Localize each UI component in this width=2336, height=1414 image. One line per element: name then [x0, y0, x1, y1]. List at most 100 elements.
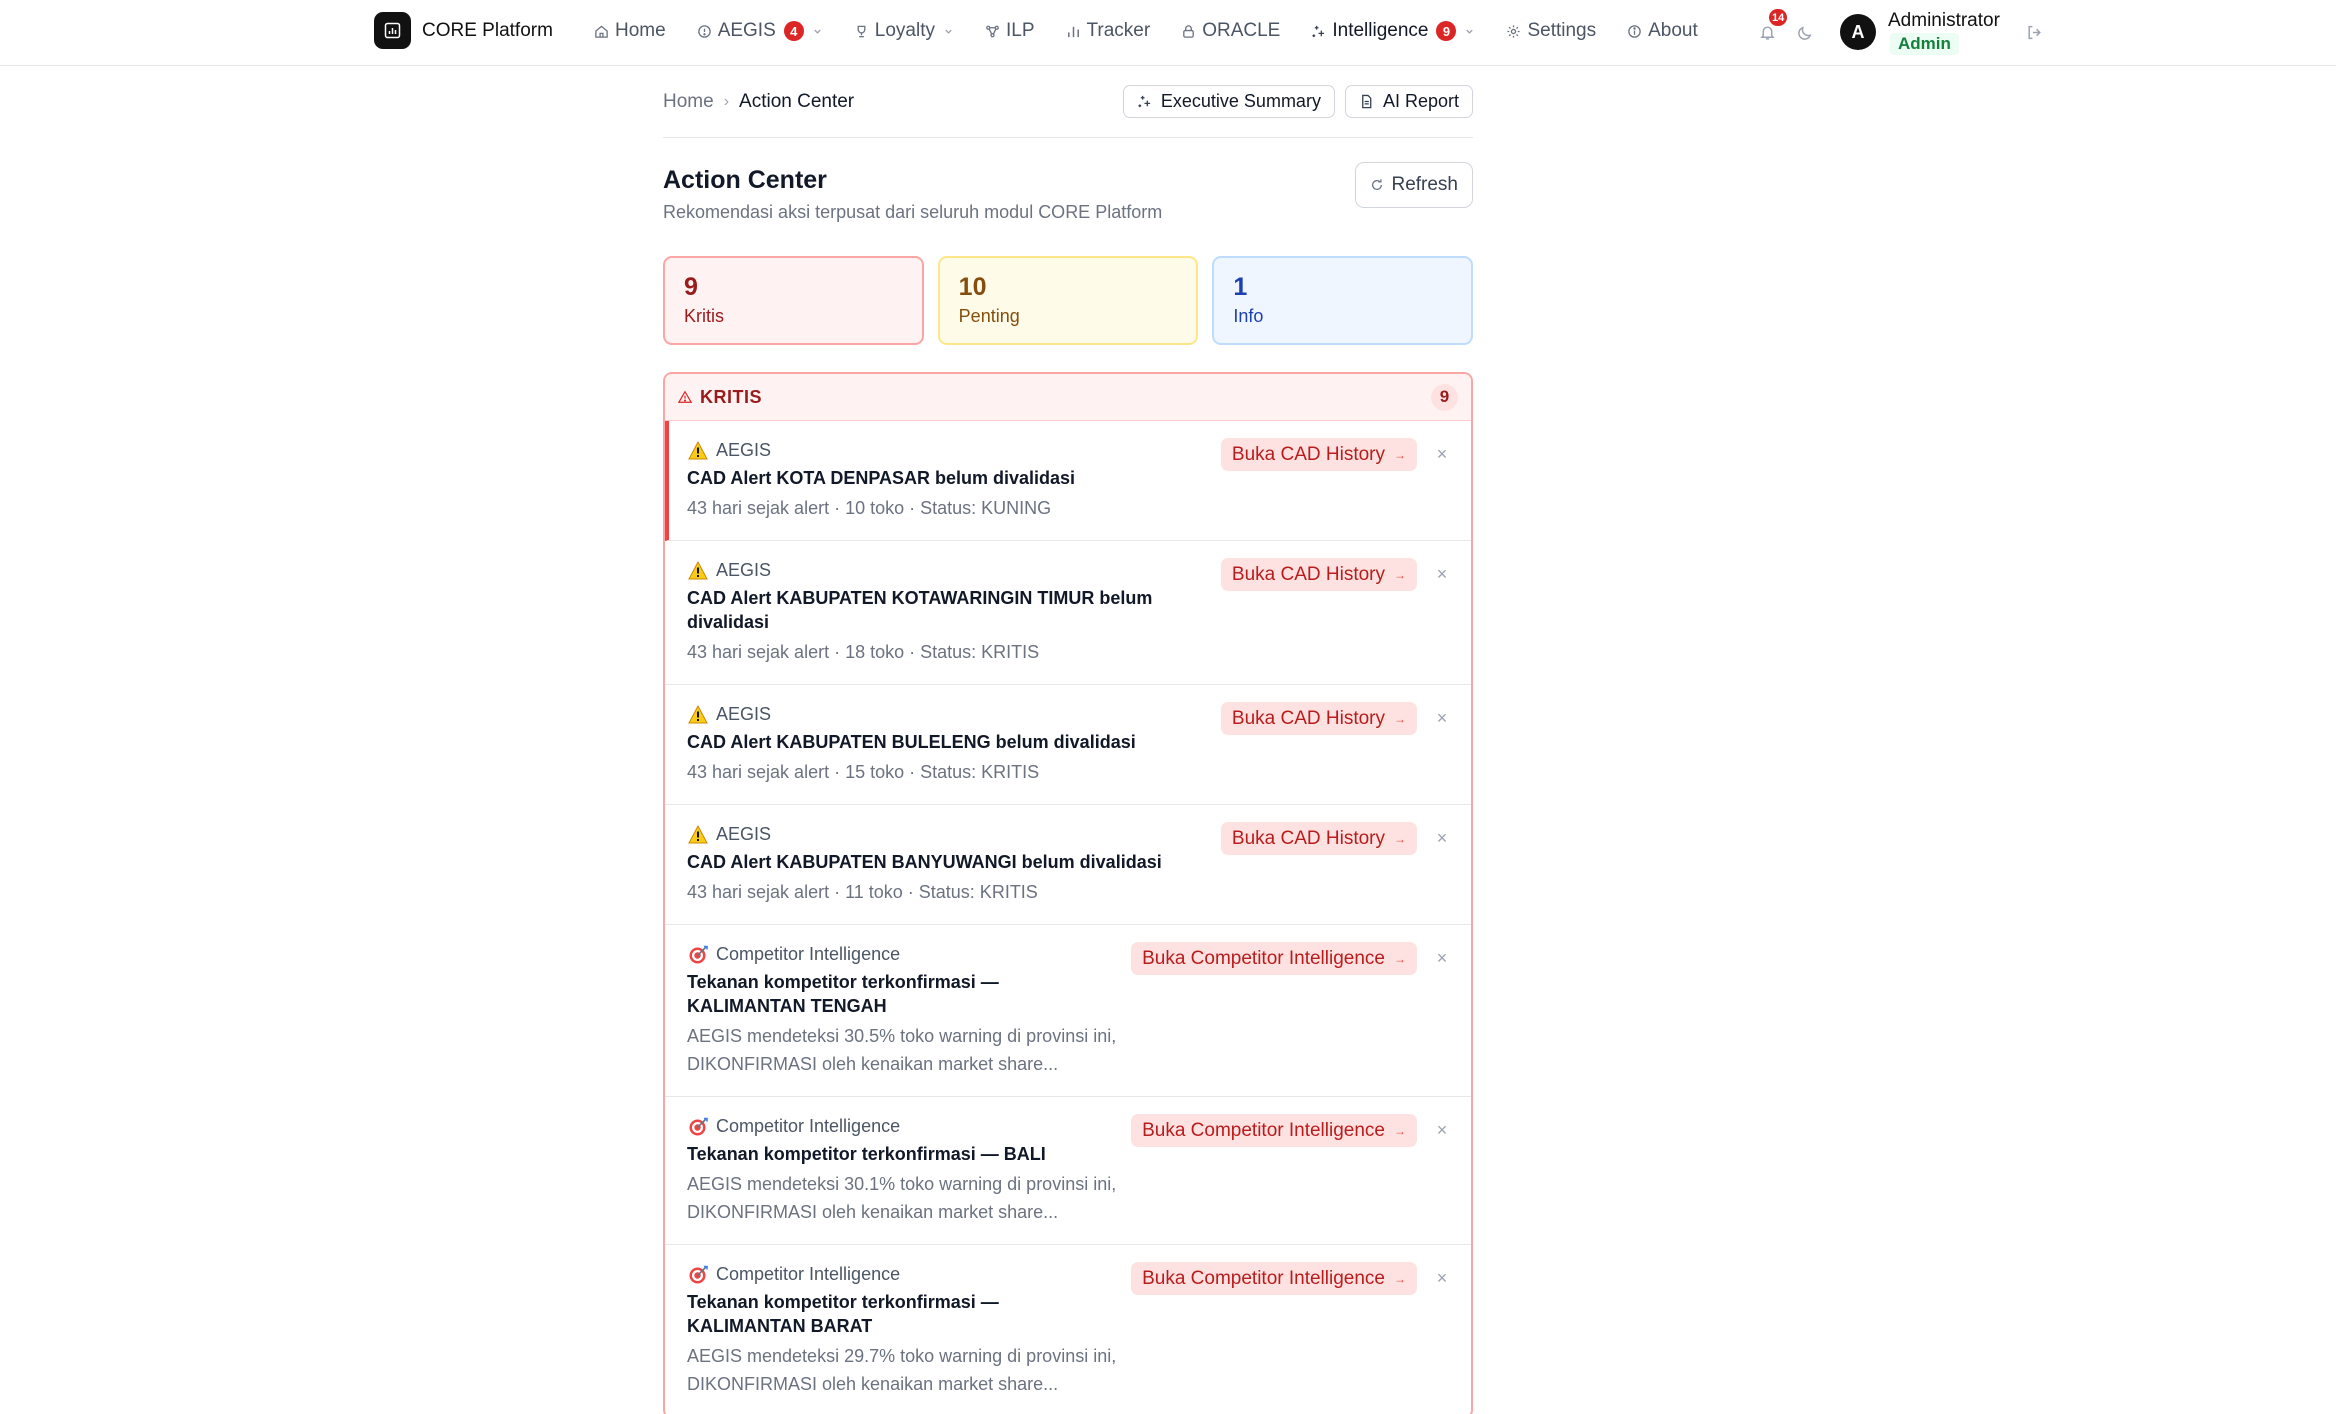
- action-item: AEGIS CAD Alert KABUPATEN BULELENG belum…: [665, 685, 1471, 805]
- dismiss-button[interactable]: ×: [1435, 828, 1449, 849]
- nav-aegis-badge: 4: [783, 21, 804, 41]
- action-item: Competitor Intelligence Tekanan kompetit…: [665, 925, 1471, 1097]
- stat-card-info[interactable]: 1 Info: [1212, 256, 1474, 345]
- notification-count-badge: 14: [1769, 9, 1788, 26]
- action-label: Buka CAD History: [1231, 563, 1385, 585]
- open-competitor-intelligence-button[interactable]: Buka Competitor Intelligence →: [1131, 1262, 1417, 1295]
- user-info: Administrator Admin: [1888, 9, 2000, 55]
- warning-emoji-icon: [687, 559, 709, 581]
- lock-icon: [1183, 24, 1195, 38]
- top-navbar: CORE Platform Home AEGIS 4 Loyalty ILP T…: [0, 0, 2336, 66]
- action-label: Buka Competitor Intelligence: [1142, 1267, 1385, 1289]
- nav-home[interactable]: Home: [594, 20, 666, 42]
- nav-oracle[interactable]: ORACLE: [1181, 20, 1280, 42]
- dismiss-button[interactable]: ×: [1435, 708, 1449, 729]
- nav-about-label: About: [1648, 20, 1698, 41]
- open-competitor-intelligence-button[interactable]: Buka Competitor Intelligence →: [1131, 942, 1417, 975]
- item-actions: Buka CAD History → ×: [1220, 438, 1449, 471]
- avatar[interactable]: A: [1840, 14, 1876, 50]
- nav-intelligence-badge: 9: [1436, 21, 1457, 41]
- nav-intelligence[interactable]: Intelligence 9: [1311, 20, 1475, 42]
- user-name: Administrator: [1888, 10, 2000, 31]
- bar-chart-icon: [1067, 26, 1079, 37]
- dismiss-button[interactable]: ×: [1435, 444, 1449, 465]
- refresh-button[interactable]: Refresh: [1355, 162, 1473, 208]
- ai-report-label: AI Report: [1382, 91, 1459, 111]
- document-icon: [1362, 94, 1372, 109]
- item-meta: 43 hari sejak alert · 11 toko · Status: …: [687, 882, 1038, 902]
- stat-critical-count: 9: [684, 273, 698, 301]
- dismiss-button[interactable]: ×: [1435, 948, 1449, 969]
- nav-ilp-label: ILP: [1005, 20, 1035, 41]
- nav-about[interactable]: About: [1627, 20, 1698, 42]
- action-item: AEGIS CAD Alert KOTA DENPASAR belum diva…: [665, 421, 1471, 541]
- brand[interactable]: CORE Platform: [374, 12, 553, 49]
- stat-card-important[interactable]: 10 Penting: [937, 256, 1199, 345]
- open-cad-history-button[interactable]: Buka CAD History →: [1220, 558, 1417, 591]
- alert-circle-icon: [697, 24, 711, 38]
- home-icon: [595, 24, 608, 38]
- open-cad-history-button[interactable]: Buka CAD History →: [1220, 702, 1417, 735]
- item-title: Tekanan kompetitor terkonfirmasi — KALIM…: [687, 1292, 999, 1336]
- chevron-down-icon: [812, 26, 823, 37]
- nav-settings-label: Settings: [1527, 20, 1597, 41]
- open-competitor-intelligence-button[interactable]: Buka Competitor Intelligence →: [1131, 1114, 1417, 1147]
- critical-section: KRITIS 9 AEGIS CAD Alert KOTA DENPASAR b…: [663, 372, 1473, 1414]
- open-cad-history-button[interactable]: Buka CAD History →: [1220, 822, 1417, 855]
- moon-icon: [1798, 26, 1812, 40]
- item-title: Tekanan kompetitor terkonfirmasi — KALIM…: [687, 972, 999, 1016]
- item-module-label: AEGIS: [716, 560, 772, 580]
- main-nav: Home AEGIS 4 Loyalty ILP Tracker ORACLE …: [594, 15, 1698, 47]
- logout-button[interactable]: [2026, 24, 2043, 41]
- item-meta: AEGIS mendeteksi 30.1% toko warning di p…: [687, 1174, 1117, 1222]
- nav-tracker[interactable]: Tracker: [1066, 20, 1151, 42]
- brand-logo-icon: [374, 12, 411, 49]
- stat-card-critical[interactable]: 9 Kritis: [663, 256, 924, 345]
- user-area: 14 A Administrator Admin: [1755, 6, 2043, 58]
- item-module-label: Competitor Intelligence: [716, 1264, 901, 1284]
- page-title: Action Center: [663, 166, 827, 194]
- item-actions: Buka Competitor Intelligence → ×: [1131, 1262, 1449, 1295]
- breadcrumb-home-link[interactable]: Home: [663, 91, 714, 113]
- item-title: CAD Alert KABUPATEN BANYUWANGI belum div…: [687, 852, 1162, 872]
- action-item: AEGIS CAD Alert KABUPATEN BANYUWANGI bel…: [665, 805, 1471, 925]
- dismiss-button[interactable]: ×: [1435, 564, 1449, 585]
- theme-toggle[interactable]: [1797, 24, 1814, 41]
- stat-critical-label: Kritis: [684, 306, 724, 326]
- critical-section-header[interactable]: KRITIS 9: [665, 374, 1471, 421]
- open-cad-history-button[interactable]: Buka CAD History →: [1220, 438, 1417, 471]
- arrow-right-icon: →: [1394, 831, 1406, 846]
- action-label: Buka Competitor Intelligence: [1142, 947, 1385, 969]
- nav-aegis[interactable]: AEGIS 4: [697, 20, 823, 42]
- nav-oracle-label: ORACLE: [1202, 20, 1281, 41]
- trophy-icon: [857, 25, 866, 37]
- item-meta: 43 hari sejak alert · 10 toko · Status: …: [687, 498, 1052, 518]
- stat-important-count: 10: [958, 273, 987, 301]
- executive-summary-button[interactable]: Executive Summary: [1122, 85, 1335, 118]
- notifications-button[interactable]: 14: [1755, 9, 1788, 44]
- item-title: CAD Alert KABUPATEN KOTAWARINGIN TIMUR b…: [687, 588, 1153, 632]
- ai-report-button[interactable]: AI Report: [1344, 85, 1473, 118]
- nav-intelligence-label: Intelligence: [1332, 20, 1429, 41]
- action-label: Buka CAD History: [1231, 707, 1385, 729]
- arrow-right-icon: →: [1394, 1271, 1406, 1286]
- nav-loyalty[interactable]: Loyalty: [854, 20, 954, 42]
- item-actions: Buka Competitor Intelligence → ×: [1131, 1114, 1449, 1147]
- dismiss-button[interactable]: ×: [1435, 1120, 1449, 1141]
- item-title: CAD Alert KOTA DENPASAR belum divalidasi: [687, 468, 1076, 488]
- item-actions: Buka CAD History → ×: [1220, 822, 1449, 855]
- warning-emoji-icon: [687, 823, 709, 845]
- sparkles-icon: [1312, 25, 1325, 37]
- action-item: Competitor Intelligence Tekanan kompetit…: [665, 1245, 1471, 1414]
- nav-ilp[interactable]: ILP: [985, 20, 1035, 42]
- arrow-right-icon: →: [1394, 447, 1406, 462]
- nav-settings[interactable]: Settings: [1506, 20, 1596, 42]
- chevron-right-icon: ›: [723, 92, 730, 110]
- nav-tracker-label: Tracker: [1086, 20, 1151, 41]
- arrow-right-icon: →: [1394, 711, 1406, 726]
- action-item: Competitor Intelligence Tekanan kompetit…: [665, 1097, 1471, 1245]
- dismiss-button[interactable]: ×: [1435, 1268, 1449, 1289]
- arrow-right-icon: →: [1394, 951, 1406, 966]
- item-module-label: Competitor Intelligence: [716, 944, 901, 964]
- info-icon: [1628, 24, 1641, 38]
